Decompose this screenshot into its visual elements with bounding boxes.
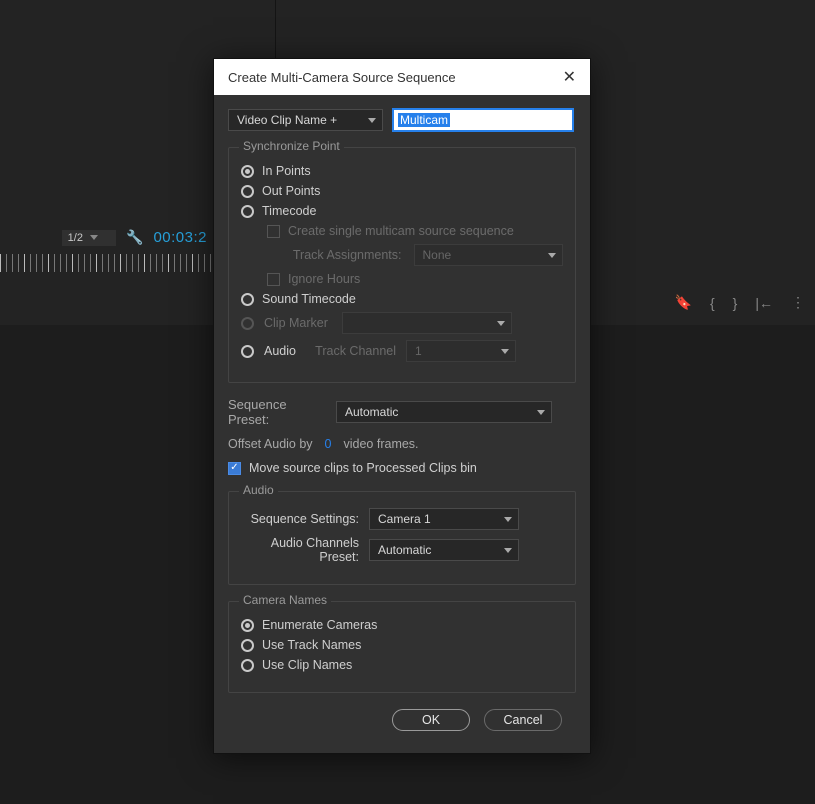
audio-channels-preset-row: Audio Channels Preset: Automatic	[241, 536, 563, 564]
track-assignments-value: None	[423, 248, 452, 262]
monitor-controls: 1/2 🔧 00:03:2	[0, 225, 213, 250]
sync-point-legend: Synchronize Point	[239, 139, 344, 153]
radio-icon	[241, 345, 254, 358]
sync-in-points-label: In Points	[262, 164, 311, 178]
radio-icon	[241, 639, 254, 652]
chevron-down-icon	[497, 321, 505, 326]
enumerate-cameras-label: Enumerate Cameras	[262, 618, 377, 632]
sync-audio-option[interactable]: Audio Track Channel 1	[241, 340, 563, 362]
dialog-button-bar: OK Cancel	[228, 703, 576, 735]
audio-fieldset: Audio Sequence Settings: Camera 1 Audio …	[228, 491, 576, 585]
track-assignments-row: Track Assignments: None	[267, 244, 563, 266]
radio-icon	[241, 619, 254, 632]
sync-sound-tc-option[interactable]: Sound Timecode	[241, 292, 563, 306]
use-track-names-label: Use Track Names	[262, 638, 361, 652]
radio-icon	[241, 659, 254, 672]
chevron-down-icon	[537, 410, 545, 415]
radio-icon	[241, 293, 254, 306]
track-channel-value: 1	[415, 344, 422, 358]
offset-audio-row: Offset Audio by 0 video frames.	[228, 437, 576, 451]
track-assignments-select: None	[414, 244, 564, 266]
ignore-hours-option: Ignore Hours	[267, 272, 563, 286]
chevron-down-icon	[368, 118, 376, 123]
close-button[interactable]: ✕	[559, 65, 580, 89]
track-channel-select: 1	[406, 340, 516, 362]
zoom-select[interactable]: 1/2	[62, 230, 116, 246]
move-clips-option[interactable]: Move source clips to Processed Clips bin	[228, 461, 576, 475]
use-clip-names-option[interactable]: Use Clip Names	[241, 658, 563, 672]
dialog-titlebar: Create Multi-Camera Source Sequence ✕	[214, 59, 590, 95]
brace-close-icon[interactable]: }	[733, 295, 738, 311]
marker-toolbar: 🔖 { } |← ⋮	[675, 294, 805, 311]
offset-prefix: Offset Audio by	[228, 437, 313, 451]
sequence-name-input[interactable]: Multicam	[393, 109, 573, 131]
audio-legend: Audio	[239, 483, 278, 497]
checkbox-icon	[267, 225, 280, 238]
offset-audio-value[interactable]: 0	[325, 437, 332, 451]
sync-out-points-label: Out Points	[262, 184, 320, 198]
naming-mode-select[interactable]: Video Clip Name +	[228, 109, 383, 131]
create-single-option: Create single multicam source sequence	[267, 224, 563, 238]
track-channel-label: Track Channel	[314, 344, 396, 358]
sync-audio-label: Audio	[264, 344, 304, 358]
step-back-icon[interactable]: |←	[755, 295, 773, 311]
chevron-down-icon	[504, 517, 512, 522]
sync-clip-marker-option: Clip Marker	[241, 312, 563, 334]
wrench-icon[interactable]: 🔧	[126, 229, 143, 246]
chevron-down-icon	[504, 548, 512, 553]
timecode-display: 00:03:2	[153, 229, 207, 246]
cancel-button[interactable]: Cancel	[484, 709, 562, 731]
zoom-value: 1/2	[68, 232, 83, 244]
sync-out-points-option[interactable]: Out Points	[241, 184, 563, 198]
track-assignments-label: Track Assignments:	[292, 248, 402, 262]
sequence-name-value: Multicam	[398, 113, 450, 127]
timeline-ruler[interactable]	[0, 254, 213, 272]
radio-icon	[241, 317, 254, 330]
sequence-preset-row: Sequence Preset: Automatic	[228, 397, 576, 427]
audio-channels-preset-select[interactable]: Automatic	[369, 539, 519, 561]
sequence-settings-row: Sequence Settings: Camera 1	[241, 508, 563, 530]
camera-names-legend: Camera Names	[239, 593, 331, 607]
dialog-title: Create Multi-Camera Source Sequence	[228, 70, 456, 85]
enumerate-cameras-option[interactable]: Enumerate Cameras	[241, 618, 563, 632]
sequence-settings-value: Camera 1	[378, 512, 431, 526]
checkbox-icon	[267, 273, 280, 286]
radio-icon	[241, 165, 254, 178]
camera-names-fieldset: Camera Names Enumerate Cameras Use Track…	[228, 601, 576, 693]
bookmark-icon[interactable]: 🔖	[675, 294, 692, 311]
divider-icon: ⋮	[791, 294, 805, 311]
chevron-down-icon	[548, 253, 556, 258]
brace-open-icon[interactable]: {	[710, 295, 715, 311]
sync-timecode-label: Timecode	[262, 204, 316, 218]
create-single-label: Create single multicam source sequence	[288, 224, 514, 238]
sync-in-points-option[interactable]: In Points	[241, 164, 563, 178]
offset-suffix: video frames.	[344, 437, 419, 451]
chevron-down-icon	[501, 349, 509, 354]
sequence-preset-label: Sequence Preset:	[228, 397, 326, 427]
sequence-preset-value: Automatic	[345, 405, 398, 419]
use-clip-names-label: Use Clip Names	[262, 658, 352, 672]
chevron-down-icon	[90, 235, 98, 240]
sync-timecode-option[interactable]: Timecode	[241, 204, 563, 218]
use-track-names-option[interactable]: Use Track Names	[241, 638, 563, 652]
sequence-settings-label: Sequence Settings:	[241, 512, 359, 526]
clip-marker-select	[342, 312, 512, 334]
naming-row: Video Clip Name + Multicam	[228, 109, 576, 131]
sequence-settings-select[interactable]: Camera 1	[369, 508, 519, 530]
naming-mode-value: Video Clip Name +	[237, 113, 337, 127]
audio-channels-preset-value: Automatic	[378, 543, 431, 557]
radio-icon	[241, 205, 254, 218]
radio-icon	[241, 185, 254, 198]
move-clips-label: Move source clips to Processed Clips bin	[249, 461, 477, 475]
ignore-hours-label: Ignore Hours	[288, 272, 360, 286]
audio-channels-preset-label: Audio Channels Preset:	[241, 536, 359, 564]
sync-clip-marker-label: Clip Marker	[264, 316, 332, 330]
sync-point-fieldset: Synchronize Point In Points Out Points T…	[228, 147, 576, 383]
ok-button[interactable]: OK	[392, 709, 470, 731]
checkbox-icon	[228, 462, 241, 475]
sequence-preset-select[interactable]: Automatic	[336, 401, 552, 423]
sync-sound-tc-label: Sound Timecode	[262, 292, 356, 306]
create-multicam-dialog: Create Multi-Camera Source Sequence ✕ Vi…	[213, 58, 591, 754]
